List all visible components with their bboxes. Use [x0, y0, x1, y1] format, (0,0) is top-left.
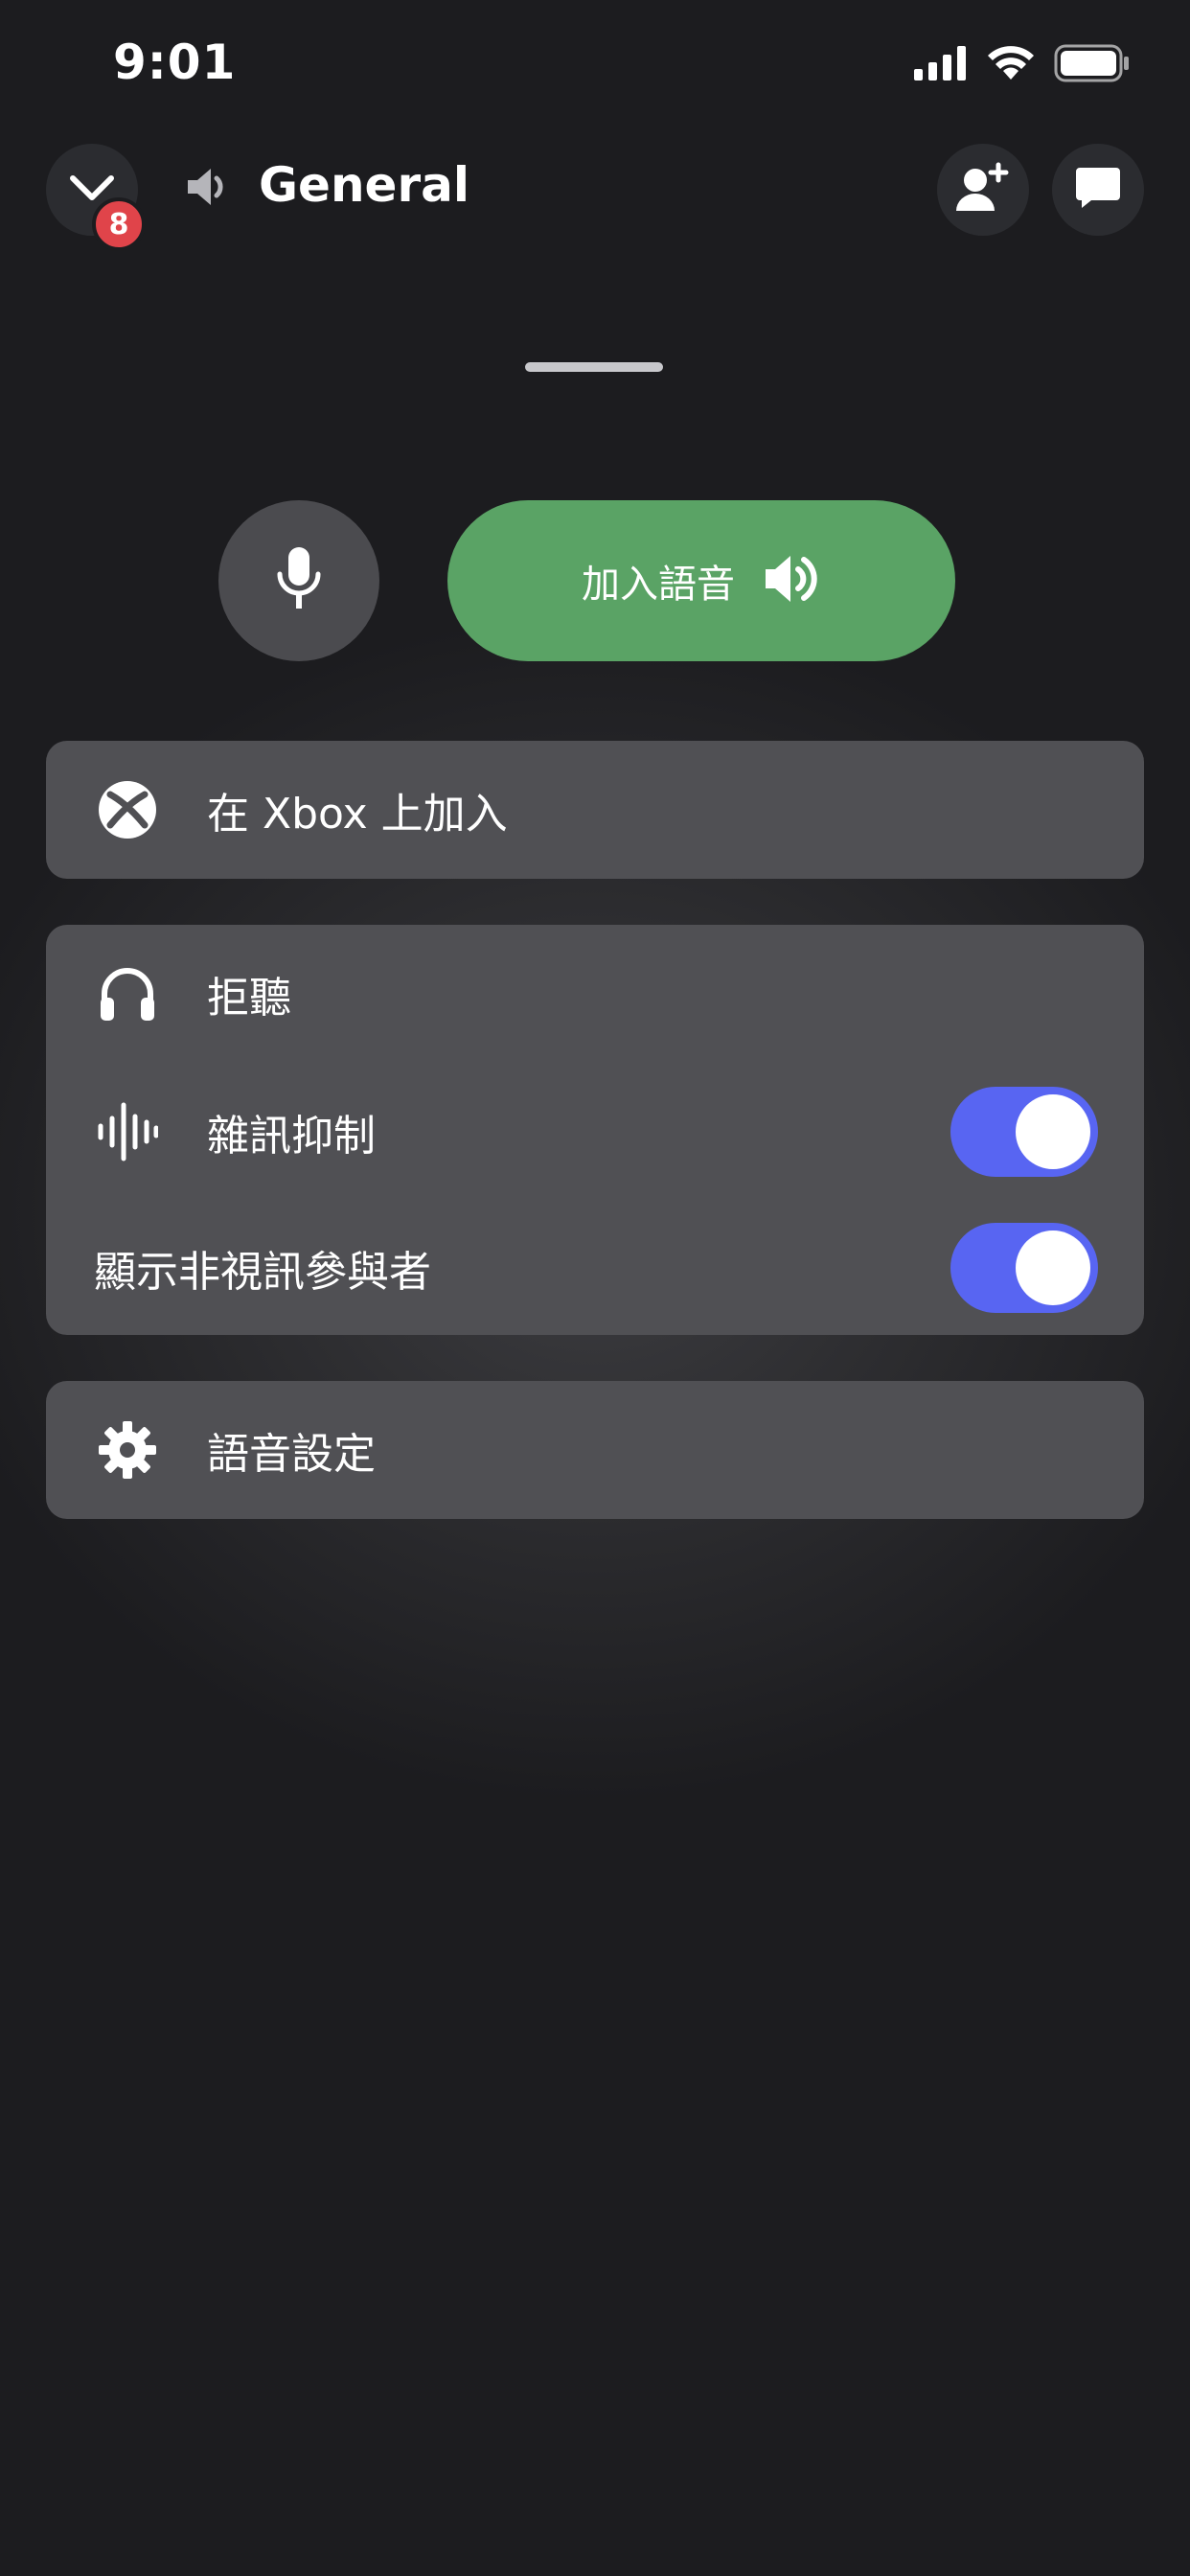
- mute-button[interactable]: [218, 500, 379, 661]
- show-non-video-toggle[interactable]: [950, 1223, 1098, 1313]
- header: 8 General: [0, 134, 1190, 251]
- join-on-xbox-label: 在 Xbox 上加入: [207, 790, 508, 839]
- speaker-icon: [184, 163, 232, 215]
- join-on-xbox-row[interactable]: 在 Xbox 上加入: [46, 743, 1144, 877]
- voice-settings-card: 語音設定: [46, 1381, 1144, 1519]
- deafen-row[interactable]: 拒聽: [46, 927, 1144, 1061]
- wifi-icon: [987, 45, 1035, 85]
- status-bar: 9:01: [0, 0, 1190, 125]
- show-non-video-label: 顯示非視訊參與者: [94, 1248, 431, 1297]
- toggle-knob: [1016, 1230, 1090, 1305]
- join-voice-label: 加入語音: [582, 563, 735, 607]
- chat-button[interactable]: [1052, 144, 1144, 236]
- voice-settings-label: 語音設定: [207, 1430, 376, 1479]
- collapse-button[interactable]: 8: [46, 144, 146, 251]
- headphones-icon: [96, 962, 159, 1025]
- notification-badge: 8: [92, 197, 146, 251]
- speaker-icon: [762, 550, 821, 611]
- battery-icon: [1054, 44, 1131, 86]
- gear-icon: [96, 1418, 159, 1482]
- deafen-label: 拒聽: [207, 974, 291, 1023]
- toggle-knob: [1016, 1094, 1090, 1169]
- channel-title: General: [259, 157, 469, 213]
- noise-suppression-label: 雜訊抑制: [207, 1112, 376, 1161]
- status-time: 9:01: [113, 34, 237, 90]
- noise-suppression-row: 雜訊抑制: [46, 1065, 1144, 1199]
- join-voice-button[interactable]: 加入語音: [447, 500, 955, 661]
- noise-suppression-toggle[interactable]: [950, 1087, 1098, 1177]
- sheet-grabber[interactable]: [525, 362, 663, 372]
- sound-wave-icon: [96, 1100, 159, 1163]
- chat-icon: [1074, 164, 1122, 216]
- xbox-card: 在 Xbox 上加入: [46, 741, 1144, 879]
- status-icons: [914, 44, 1131, 86]
- voice-settings-row[interactable]: 語音設定: [46, 1383, 1144, 1517]
- xbox-icon: [96, 778, 159, 841]
- microphone-icon: [272, 545, 326, 616]
- add-user-icon: [954, 161, 1012, 218]
- add-user-button[interactable]: [937, 144, 1029, 236]
- audio-options-card: 拒聽 雜訊抑制 顯示非視訊參與者: [46, 925, 1144, 1335]
- show-non-video-row: 顯示非視訊參與者: [46, 1201, 1144, 1335]
- signal-icon: [914, 46, 968, 84]
